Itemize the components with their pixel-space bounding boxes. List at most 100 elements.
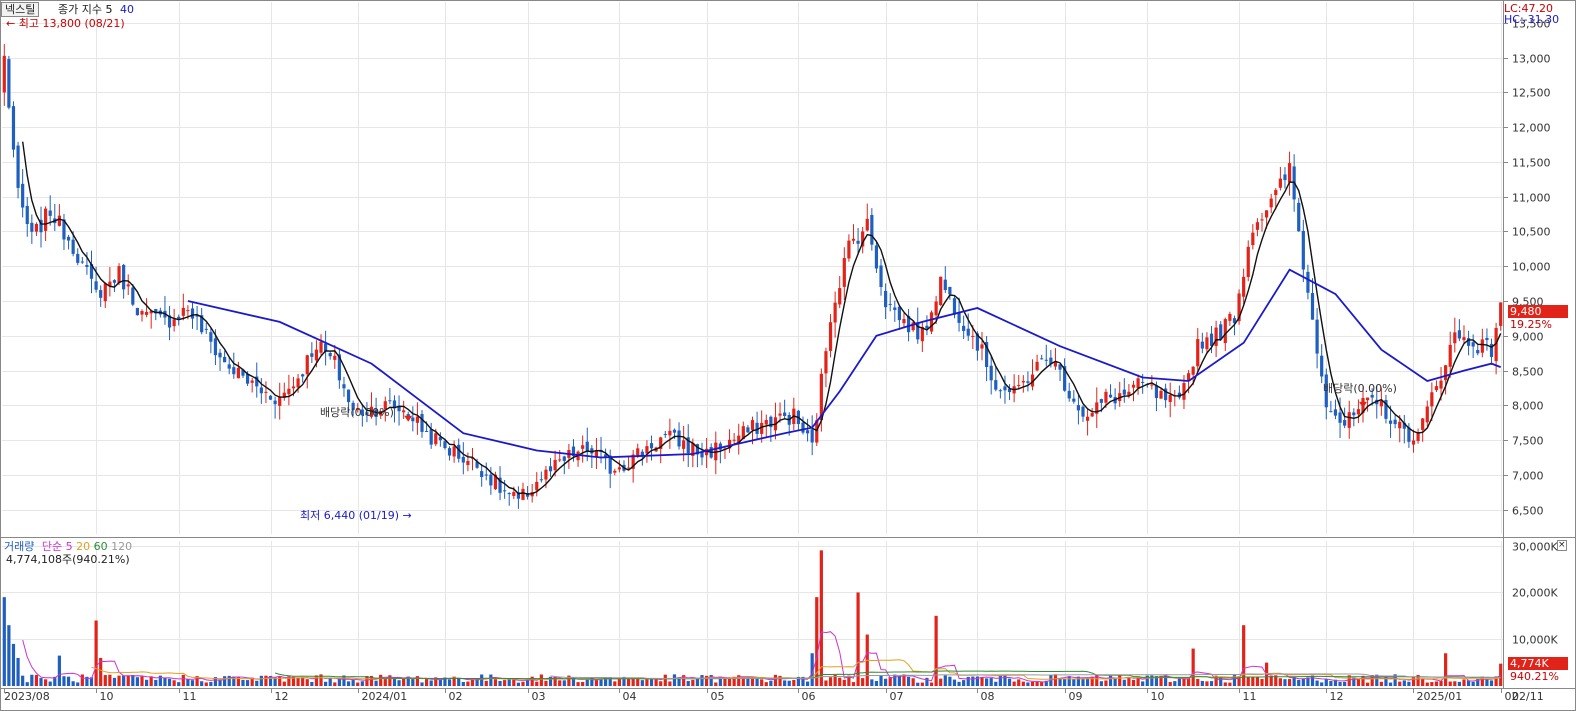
candle-body (250, 380, 254, 383)
volume-bar (649, 678, 654, 686)
candle-body (971, 335, 975, 337)
volume-bar (1499, 663, 1503, 686)
date-label-right: 02/11 (1512, 690, 1544, 703)
volume-bar (324, 681, 328, 686)
date-label: 04 (623, 690, 637, 703)
candle-body (998, 390, 1002, 392)
volume-bar (245, 680, 250, 686)
candle-body (21, 183, 25, 208)
volume-bar (989, 678, 993, 686)
candle-body (1448, 344, 1452, 367)
volume-legend-title: 거래량 (4, 540, 35, 553)
candle-body (934, 301, 938, 316)
candle-body (1480, 339, 1484, 353)
candle-body (962, 325, 966, 331)
volume-bar (884, 678, 888, 686)
volume-bar (144, 679, 149, 686)
date-label: 2023/08 (4, 690, 50, 703)
candle-body (305, 355, 309, 375)
candle-body (1310, 293, 1315, 320)
candle-body (1017, 385, 1021, 387)
stock-name-box[interactable]: 넥스틸 (1, 2, 40, 17)
volume-bar (438, 679, 442, 686)
candle-body (131, 287, 135, 305)
candle-body (507, 493, 511, 495)
volume-bar (1118, 675, 1122, 686)
volume-bar (181, 674, 185, 686)
candle-body (1090, 413, 1094, 417)
candle-body (213, 338, 218, 356)
volume-bar (484, 680, 488, 686)
volume-bar (7, 625, 11, 686)
volume-bar (383, 678, 387, 686)
candle-body (140, 311, 144, 315)
candle-body (268, 395, 273, 400)
volume-bar (594, 680, 599, 686)
candle-body (1485, 337, 1489, 341)
volume-bar (985, 678, 989, 686)
candle-body (1287, 163, 1292, 183)
candle-body (1223, 319, 1227, 344)
volume-bar (897, 675, 901, 686)
candle-body (99, 290, 103, 298)
volume-bar (57, 655, 61, 686)
candle-body (952, 298, 957, 315)
volume-bar (1287, 679, 1292, 686)
stock-chart: 13,500 13,000 12,500 12,000 11,500 11,000 10,5… (0, 0, 1576, 711)
candle-body (888, 303, 892, 305)
volume-bar (1053, 674, 1058, 686)
volume-bar (66, 676, 71, 686)
candle-body (1251, 232, 1255, 246)
volume-bar (44, 679, 48, 686)
candle-body (1072, 398, 1076, 402)
candle-body (25, 205, 29, 225)
price-tick-label: 8,000 (1512, 400, 1544, 413)
volume-bar (870, 679, 874, 686)
candle-body (1301, 230, 1305, 270)
volume-bar (223, 676, 227, 686)
volume-bar (71, 681, 75, 686)
candle-body (218, 352, 222, 358)
volume-bar (1017, 679, 1021, 686)
candle-body (181, 307, 185, 316)
candle-body (1182, 383, 1186, 400)
candle-body (902, 319, 906, 324)
candle-body (746, 427, 750, 433)
candle-body (1099, 399, 1103, 403)
volume-bar (544, 680, 548, 686)
candle-body (57, 215, 61, 226)
candle-body (314, 349, 319, 361)
volume-bar (1453, 681, 1457, 686)
volume-bar (962, 680, 966, 686)
volume-bar (654, 678, 658, 686)
volume-bar (695, 678, 700, 686)
candle-body (278, 396, 282, 406)
volume-bar (94, 620, 98, 686)
volume-bar (1297, 679, 1301, 686)
candle-body (842, 258, 846, 287)
date-label: 06 (802, 690, 816, 703)
candle-body (420, 413, 424, 432)
candle-body (1439, 380, 1443, 389)
volume-bar (792, 679, 796, 686)
candle-body (94, 281, 98, 290)
candle-body (319, 341, 323, 353)
candle-body (980, 344, 984, 349)
candle-body (1315, 319, 1319, 354)
candle-body (521, 488, 525, 500)
volume-bar (360, 681, 364, 686)
chart-canvas: 13,50013,00012,50012,00011,50011,00010,5… (0, 0, 1576, 711)
volume-bar (1223, 682, 1227, 686)
volume-bar (851, 682, 856, 686)
candle-body (994, 380, 998, 390)
candle-body (1246, 246, 1250, 277)
candle-body (190, 308, 195, 319)
candle-body (613, 470, 617, 473)
candle-body (66, 236, 71, 241)
candle-body (966, 328, 970, 336)
price-tick-label: 8,500 (1512, 366, 1544, 379)
panel-close-icon[interactable]: × (1557, 540, 1567, 551)
volume-bar (1173, 681, 1177, 686)
volume-bar (1315, 680, 1319, 686)
volume-bar (672, 674, 677, 686)
